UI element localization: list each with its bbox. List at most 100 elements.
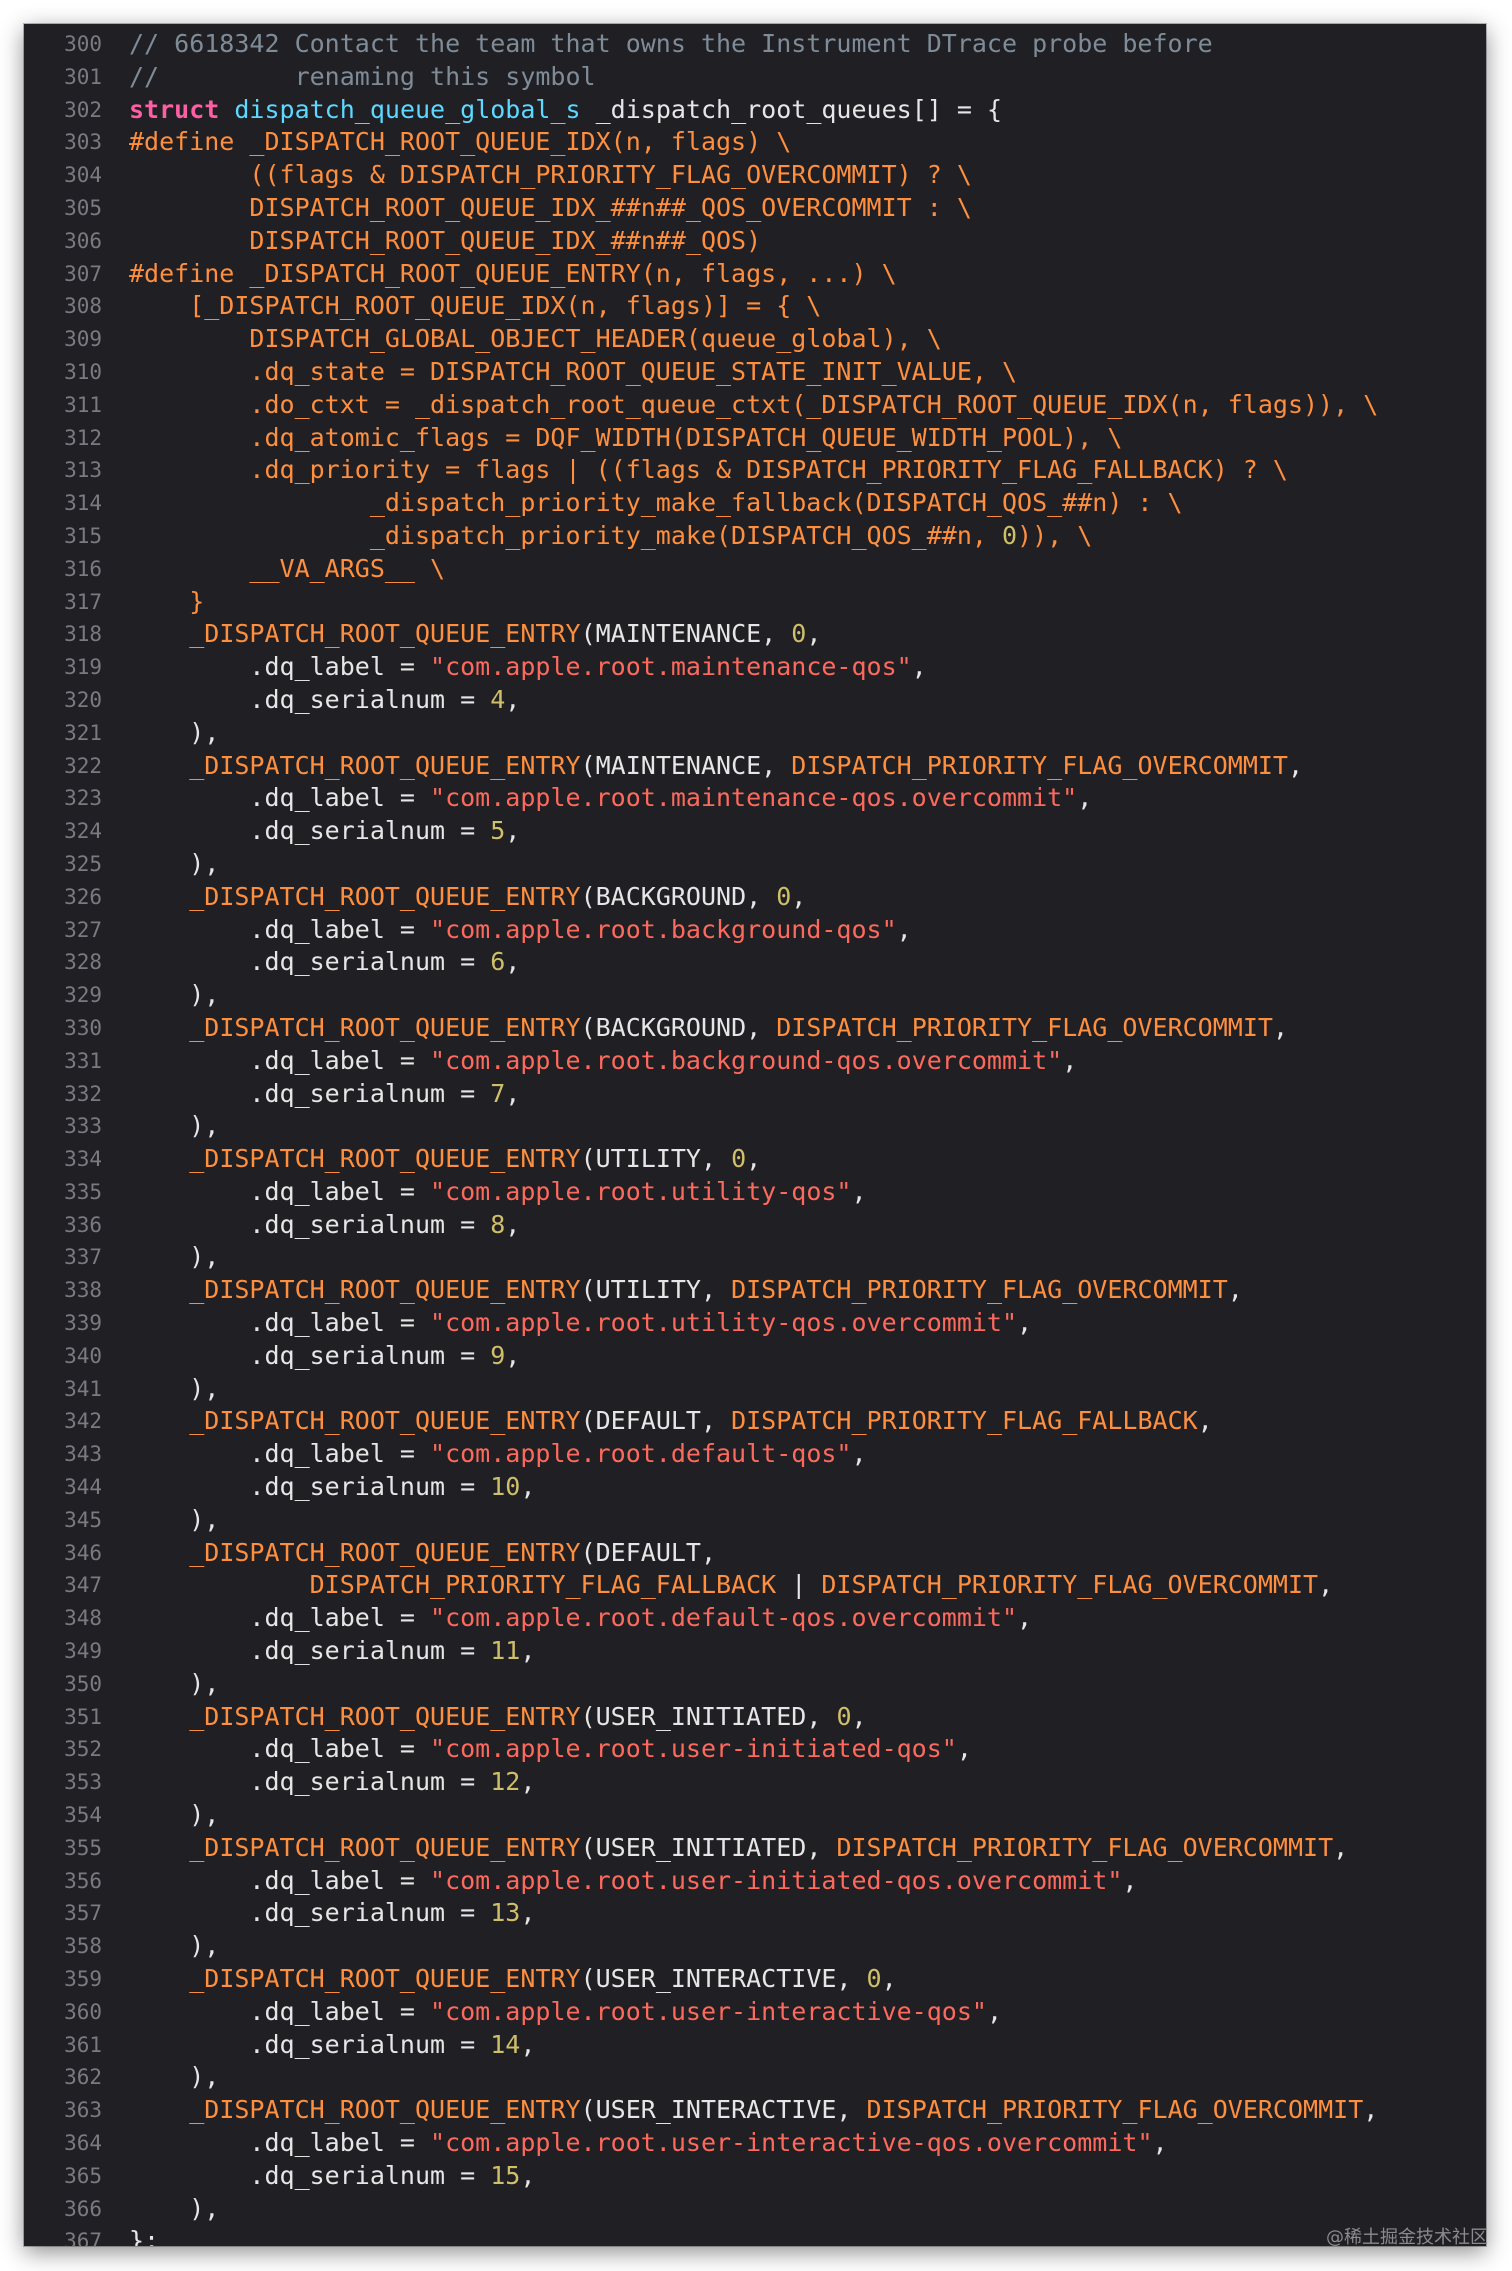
code-line: 350 ),: [24, 1668, 1486, 1701]
code-token-plain: ,: [1197, 1406, 1213, 1436]
code-token-plain: |: [776, 1570, 822, 1600]
code-token-number: 0: [836, 1701, 852, 1731]
code-token-plain: .dq_serialnum =: [129, 2160, 491, 2190]
code-token-plain: ,: [505, 816, 521, 846]
code-token-number: 12: [490, 1767, 521, 1797]
code-token-plain: .dq_label =: [129, 914, 431, 944]
code-line: 357 .dq_serialnum = 13,: [24, 1897, 1486, 1930]
code-token-macro: _DISPATCH_ROOT_QUEUE_ENTRY: [189, 1832, 581, 1862]
line-number: 300: [64, 32, 102, 56]
line-number: 308: [64, 294, 102, 319]
code-token-macro: _DISPATCH_ROOT_QUEUE_ENTRY: [189, 1701, 581, 1731]
code-token-plain: ),: [129, 1504, 220, 1534]
code-token-plain: ,: [520, 1636, 536, 1666]
code-token-plain: (MAINTENANCE,: [580, 750, 792, 780]
code-token-number: 0: [776, 881, 792, 911]
code-line: 310 .dq_state = DISPATCH_ROOT_QUEUE_STAT…: [24, 356, 1486, 389]
code-token-string: "com.apple.root.utility-qos": [430, 1176, 852, 1206]
code-line: 354 ),: [24, 1799, 1486, 1832]
line-number: 338: [64, 1278, 102, 1303]
code-token-plain: ,: [896, 914, 912, 944]
code-token-plain: .dq_serialnum =: [129, 1767, 491, 1797]
code-token-plain: ,: [1077, 783, 1093, 813]
code-token-plain: .dq_serialnum =: [129, 684, 491, 714]
line-number: 319: [64, 655, 102, 680]
code-line: 332 .dq_serialnum = 7,: [24, 1078, 1486, 1111]
code-token-macro: ((flags & DISPATCH_PRIORITY_FLAG_OVERCOM…: [129, 160, 972, 190]
code-token-plain: (USER_INTERACTIVE,: [580, 2095, 867, 2125]
line-number: 340: [64, 1343, 102, 1368]
line-number: 345: [64, 1507, 102, 1532]
code-token-plain: ),: [129, 1242, 220, 1272]
line-number: 311: [64, 392, 102, 417]
code-line: 327 .dq_label = "com.apple.root.backgrou…: [24, 914, 1486, 947]
code-token-plain: (USER_INITIATED,: [580, 1701, 837, 1731]
code-token-macro: [_DISPATCH_ROOT_QUEUE_IDX(n, flags)] = {…: [129, 291, 822, 321]
line-number: 329: [64, 983, 102, 1008]
code-token-macro: _DISPATCH_ROOT_QUEUE_ENTRY: [189, 1537, 581, 1567]
code-token-plain: ,: [520, 1472, 536, 1502]
line-number: 301: [64, 64, 102, 89]
code-token-plain: ,: [1017, 1603, 1033, 1633]
code-token-plain: .dq_label =: [129, 1176, 431, 1206]
line-number: 355: [64, 1835, 102, 1860]
code-line: 362 ),: [24, 2061, 1486, 2094]
code-line: 353 .dq_serialnum = 12,: [24, 1766, 1486, 1799]
code-line: 313 .dq_priority = flags | ((flags & DIS…: [24, 454, 1486, 487]
code-token-number: 5: [490, 816, 506, 846]
code-token-macro: DISPATCH_PRIORITY_FLAG_OVERCOMMIT: [731, 1275, 1228, 1305]
line-number: 364: [64, 2131, 102, 2155]
code-token-plain: ),: [129, 717, 220, 747]
line-number: 321: [64, 720, 102, 745]
code-token-plain: (DEFAULT,: [580, 1406, 732, 1436]
code-token-macro: }: [129, 586, 205, 616]
code-line: 338 _DISPATCH_ROOT_QUEUE_ENTRY(UTILITY, …: [24, 1274, 1486, 1307]
code-token-number: 0: [1001, 520, 1018, 550]
line-number: 367: [64, 2229, 102, 2246]
line-number: 339: [64, 1311, 102, 1336]
code-token-type: dispatch_queue_global_s: [234, 94, 581, 124]
code-line: 366 ),: [24, 2193, 1486, 2226]
code-token-plain: .dq_serialnum =: [129, 2029, 491, 2059]
code-line: 322 _DISPATCH_ROOT_QUEUE_ENTRY(MAINTENAN…: [24, 750, 1486, 783]
code-line: 328 .dq_serialnum = 6,: [24, 946, 1486, 979]
code-token-plain: ),: [129, 1800, 220, 1830]
code-token-plain: .dq_label =: [129, 1865, 431, 1895]
line-number: 363: [64, 2098, 102, 2123]
code-token-macro: .do_ctxt = _dispatch_root_queue_ctxt(_DI…: [129, 389, 1379, 419]
code-line: 304 ((flags & DISPATCH_PRIORITY_FLAG_OVE…: [24, 159, 1486, 192]
code-line: 311 .do_ctxt = _dispatch_root_queue_ctxt…: [24, 389, 1486, 422]
line-number: 313: [64, 458, 102, 483]
code-line: 302 struct dispatch_queue_global_s _dispa…: [24, 94, 1486, 127]
code-token-number: 10: [490, 1472, 521, 1502]
code-token-plain: };: [129, 2226, 160, 2246]
line-number: 333: [64, 1114, 102, 1139]
code-line: 325 ),: [24, 848, 1486, 881]
code-token-number: 4: [490, 684, 506, 714]
code-token-plain: ,: [520, 2029, 536, 2059]
code-line: 326 _DISPATCH_ROOT_QUEUE_ENTRY(BACKGROUN…: [24, 881, 1486, 914]
code-line: 351 _DISPATCH_ROOT_QUEUE_ENTRY(USER_INIT…: [24, 1701, 1486, 1734]
code-token-plain: (DEFAULT,: [580, 1537, 717, 1567]
code-token-plain: ),: [129, 1931, 220, 1961]
code-token-macro: DISPATCH_PRIORITY_FLAG_OVERCOMMIT: [821, 1570, 1319, 1600]
code-token-macro: #define _DISPATCH_ROOT_QUEUE_ENTRY(n, fl…: [129, 258, 897, 288]
code-line: 359 _DISPATCH_ROOT_QUEUE_ENTRY(USER_INTE…: [24, 1963, 1486, 1996]
code-token-macro: _dispatch_priority_make(DISPATCH_QOS_##n…: [129, 520, 1002, 550]
code-token-number: 8: [490, 1209, 506, 1239]
code-line: 345 ),: [24, 1504, 1486, 1537]
code-line: 312 .dq_atomic_flags = DQF_WIDTH(DISPATC…: [24, 422, 1486, 455]
code-token-plain: .dq_label =: [129, 1045, 431, 1075]
code-token-plain: ,: [1227, 1275, 1243, 1305]
code-line: 343 .dq_label = "com.apple.root.default-…: [24, 1438, 1486, 1471]
code-token-plain: .dq_serialnum =: [129, 1209, 491, 1239]
code-token-macro: DISPATCH_PRIORITY_FLAG_OVERCOMMIT: [836, 1832, 1334, 1862]
code-line: 323 .dq_label = "com.apple.root.maintena…: [24, 782, 1486, 815]
line-number: 325: [64, 851, 102, 876]
code-token-plain: ),: [129, 980, 220, 1010]
code-token-number: 13: [490, 1898, 521, 1928]
code-token-plain: .dq_label =: [129, 1308, 431, 1338]
line-number: 314: [64, 491, 102, 516]
code-token-string: "com.apple.root.utility-qos.overcommit": [430, 1308, 1018, 1338]
